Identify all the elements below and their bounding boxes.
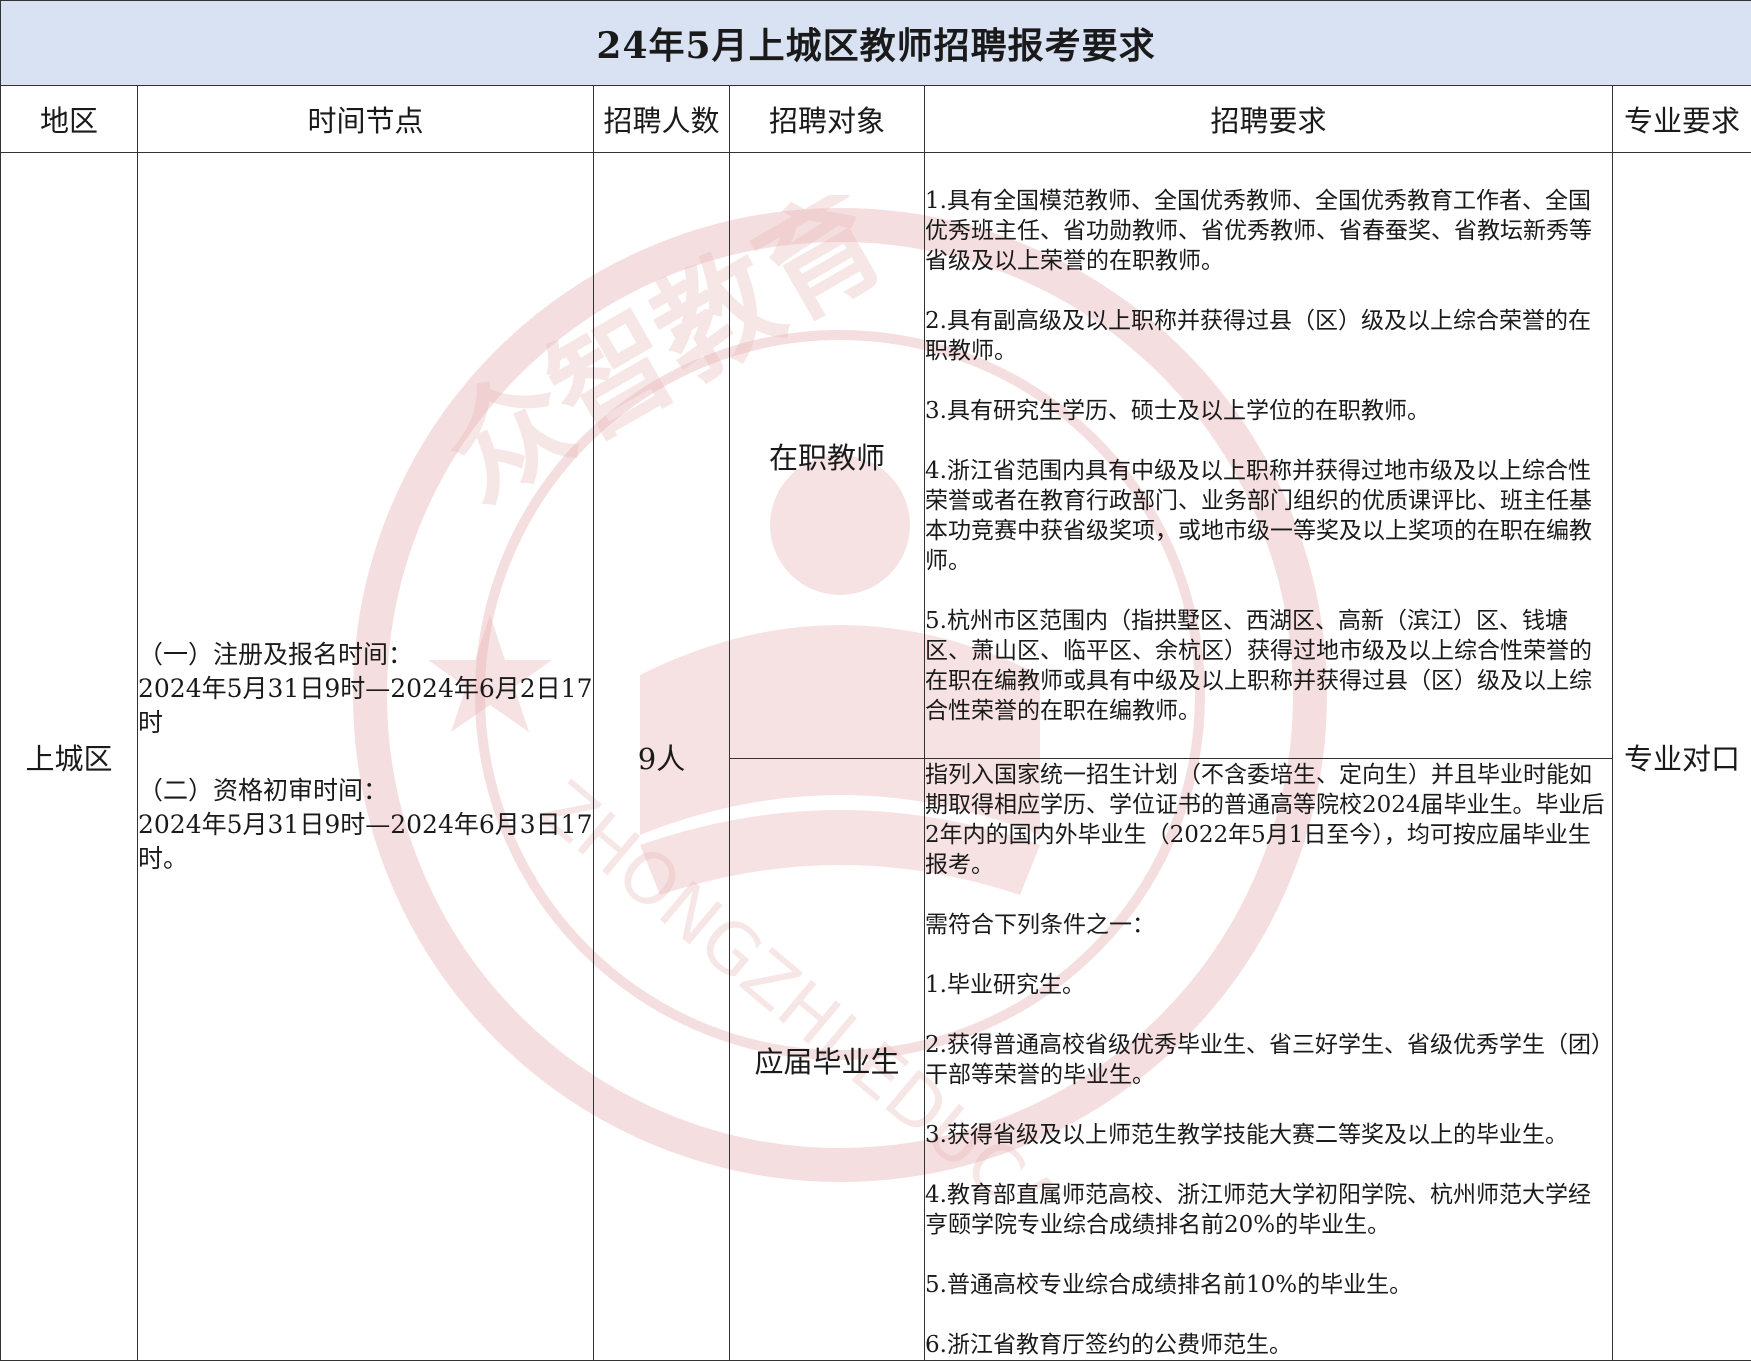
timeline-item1-value: 2024年5月31日9时—2024年6月2日17时 [138, 673, 593, 737]
cell-requirements-graduate: 指列入国家统一招生计划（不含委培生、定向生）并且毕业时能如期取得相应学历、学位证… [924, 758, 1613, 1361]
recruitment-table: 24年5月上城区教师招聘报考要求 地区 时间节点 招聘人数 招聘对象 招聘要求 … [0, 0, 1751, 1361]
cell-target-incumbent: 在职教师 [729, 152, 925, 759]
list-item: 1.毕业研究生。 [925, 971, 1085, 998]
spreadsheet-page: 众智教育 ZHONGZHI EDUCATION 24年5月上城区教师招聘报考要求… [0, 0, 1751, 1361]
header-major: 专业要求 [1612, 85, 1751, 153]
table-title: 24年5月上城区教师招聘报考要求 [0, 0, 1751, 86]
timeline-item1-label: （一）注册及报名时间： [138, 639, 414, 669]
graduate-lead: 需符合下列条件之一： [925, 911, 1156, 938]
list-item: 4.浙江省范围内具有中级及以上职称并获得过地市级及以上综合性荣誉或者在教育行政部… [925, 457, 1593, 574]
list-item: 2.具有副高级及以上职称并获得过县（区）级及以上综合荣誉的在职教师。 [925, 307, 1591, 364]
header-region: 地区 [0, 85, 138, 153]
cell-requirements-incumbent: 1.具有全国模范教师、全国优秀教师、全国优秀教育工作者、全国优秀班主任、省功勋教… [924, 152, 1613, 759]
cell-target-graduate: 应届毕业生 [729, 758, 925, 1361]
cell-major: 专业对口 [1612, 152, 1751, 1361]
cell-region: 上城区 [0, 152, 138, 1361]
list-item: 6.浙江省教育厅签约的公费师范生。 [925, 1331, 1292, 1358]
cell-timeline: （一）注册及报名时间： 2024年5月31日9时—2024年6月2日17时 （二… [137, 152, 594, 1361]
list-item: 5.杭州市区范围内（指拱墅区、西湖区、高新（滨江）区、钱塘区、萧山区、临平区、余… [925, 607, 1593, 724]
timeline-item2-value: 2024年5月31日9时—2024年6月3日17时。 [138, 809, 593, 873]
cell-count: 9人 [593, 152, 730, 1361]
header-count: 招聘人数 [593, 85, 730, 153]
list-item: 3.具有研究生学历、硕士及以上学位的在职教师。 [925, 397, 1430, 424]
list-item: 2.获得普通高校省级优秀毕业生、省三好学生、省级优秀学生（团）干部等荣誉的毕业生… [925, 1031, 1603, 1088]
list-item: 3.获得省级及以上师范生教学技能大赛二等奖及以上的毕业生。 [925, 1121, 1568, 1148]
header-target: 招聘对象 [729, 85, 925, 153]
list-item: 4.教育部直属师范高校、浙江师范大学初阳学院、杭州师范大学经亨颐学院专业综合成绩… [925, 1181, 1591, 1238]
graduate-intro: 指列入国家统一招生计划（不含委培生、定向生）并且毕业时能如期取得相应学历、学位证… [925, 761, 1605, 878]
list-item: 5.普通高校专业综合成绩排名前10%的毕业生。 [925, 1271, 1413, 1298]
header-requirements: 招聘要求 [924, 85, 1613, 153]
header-timeline: 时间节点 [137, 85, 594, 153]
timeline-item2-label: （二）资格初审时间： [138, 775, 389, 805]
list-item: 1.具有全国模范教师、全国优秀教师、全国优秀教育工作者、全国优秀班主任、省功勋教… [925, 187, 1593, 274]
